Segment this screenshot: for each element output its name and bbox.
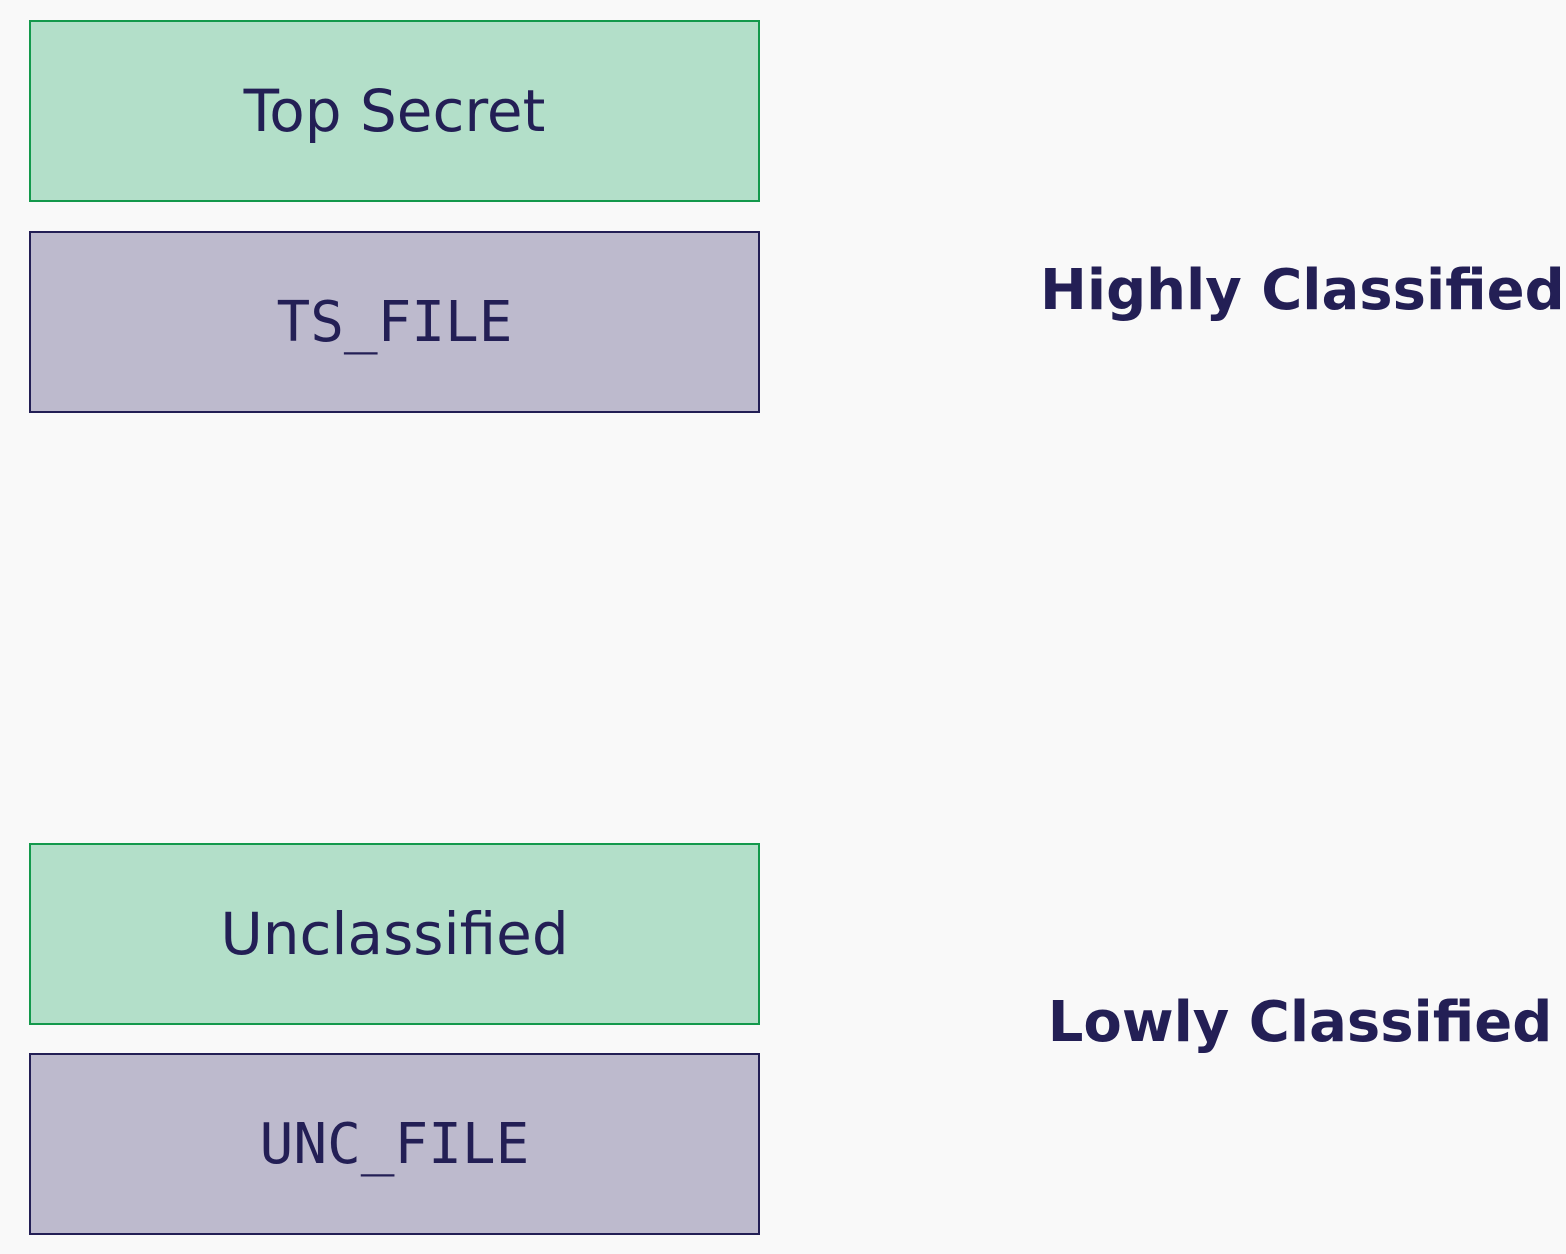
unclassified-level-box: Unclassified xyxy=(29,843,760,1025)
ts-file-label: TS_FILE xyxy=(276,289,513,355)
highly-classified-label: Highly Classified xyxy=(1040,258,1565,323)
ts-file-box: TS_FILE xyxy=(29,231,760,413)
unc-file-box: UNC_FILE xyxy=(29,1053,760,1235)
unclassified-label: Unclassified xyxy=(220,900,569,968)
top-secret-label: Top Secret xyxy=(243,77,546,145)
top-secret-level-box: Top Secret xyxy=(29,20,760,202)
unc-file-label: UNC_FILE xyxy=(259,1111,530,1177)
lowly-classified-label: Lowly Classified xyxy=(1047,990,1553,1055)
